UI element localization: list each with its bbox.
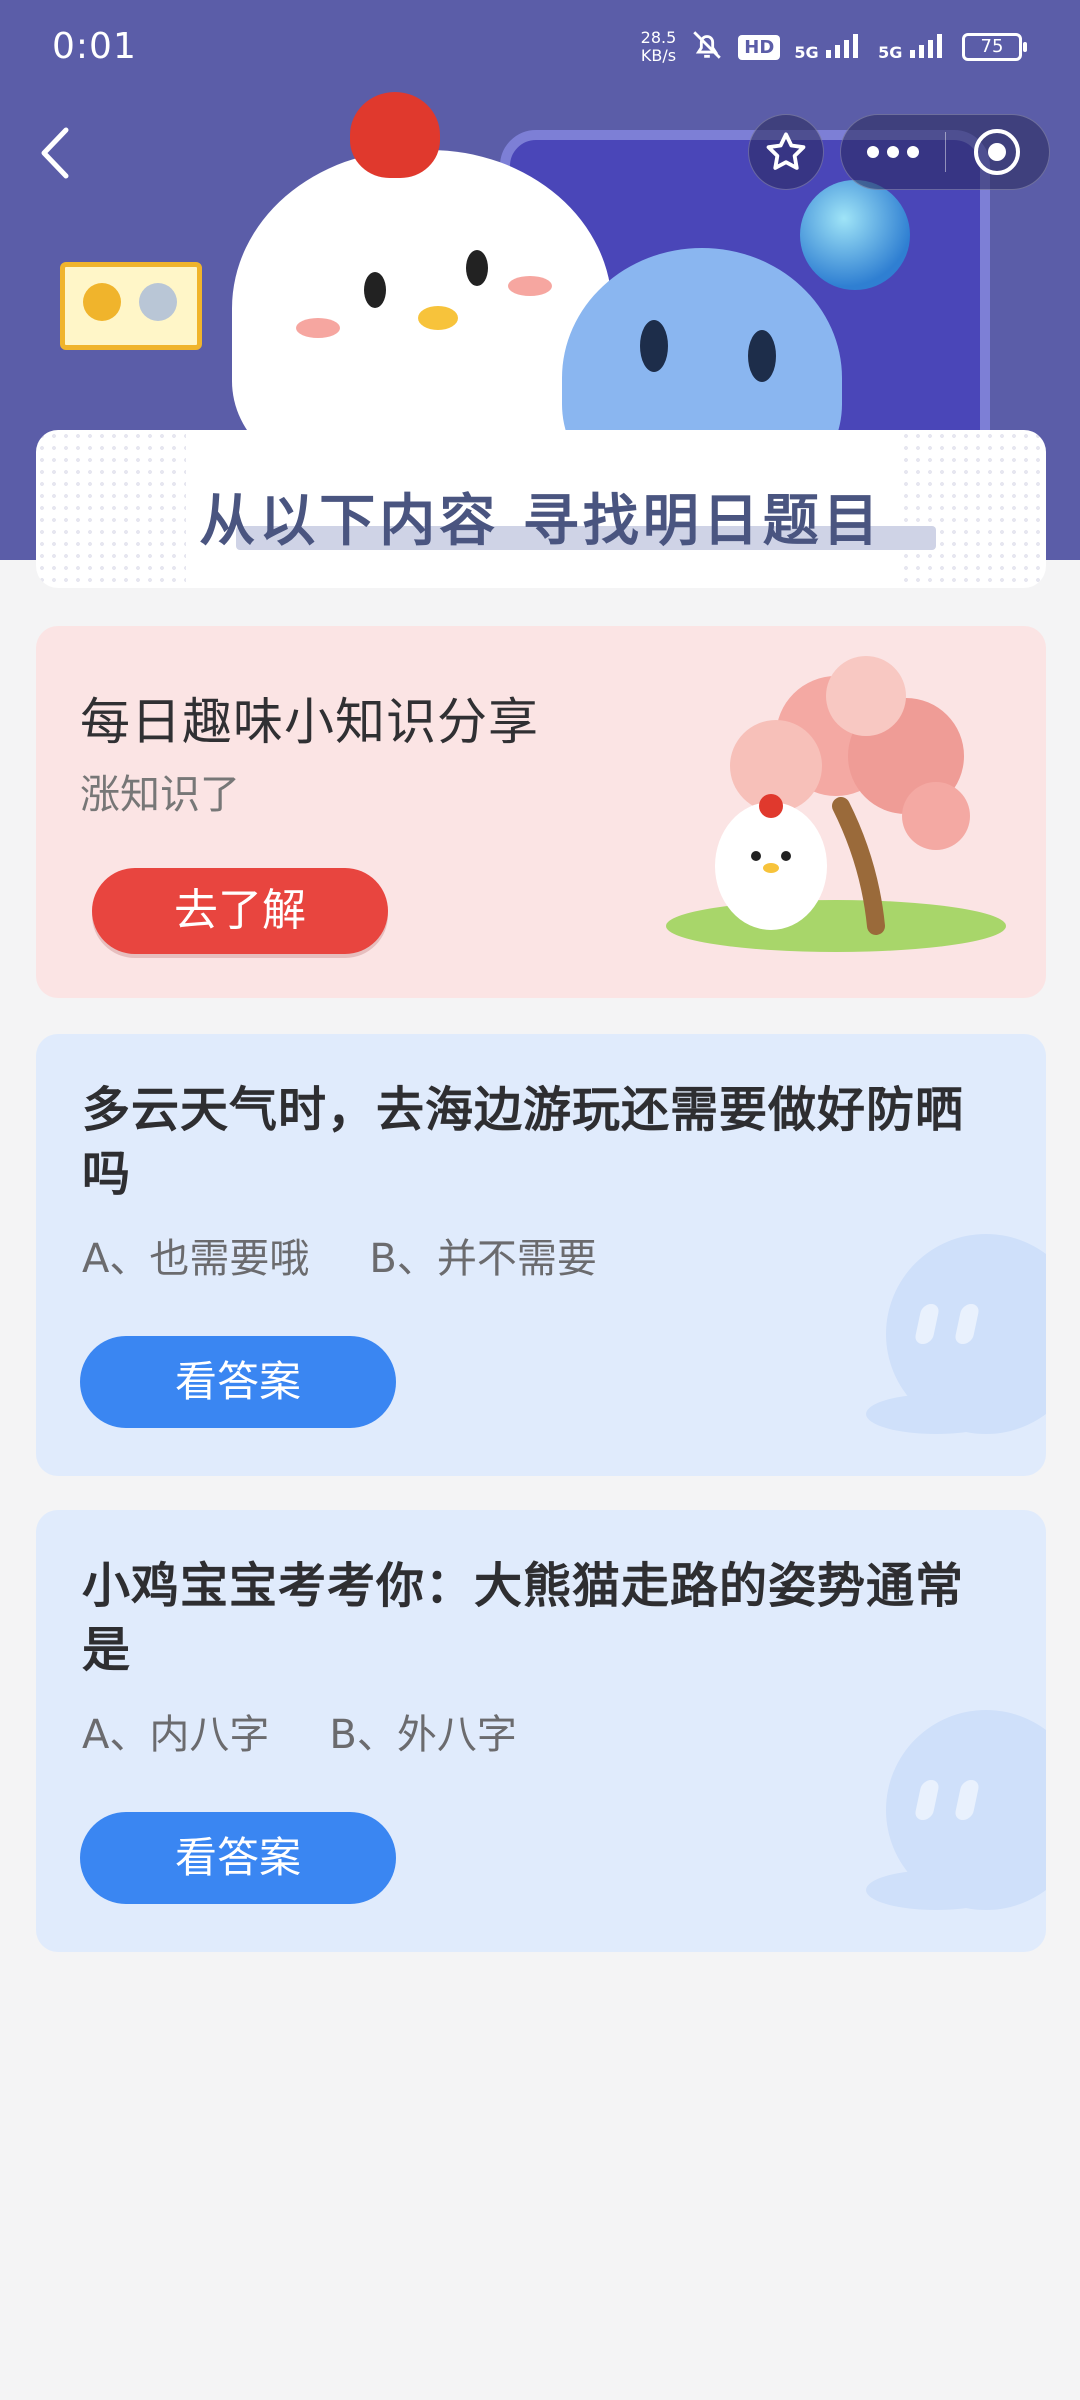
more-button[interactable] <box>841 114 945 190</box>
chat-bubble-tail <box>866 1394 1006 1434</box>
close-mini-program-button[interactable] <box>946 114 1050 190</box>
chicken-comb <box>350 92 440 178</box>
option-a: A、内八字 <box>82 1712 270 1758</box>
target-circle-icon <box>974 129 1021 175</box>
banner-title: 从以下内容 寻找明日题目 <box>199 489 883 554</box>
option-b: B、外八字 <box>329 1712 517 1758</box>
view-answer-button[interactable]: 看答案 <box>80 1812 396 1904</box>
chicken-beak <box>418 306 458 330</box>
signal-bars-icon <box>910 34 942 58</box>
question-card-1: 多云天气时，去海边游玩还需要做好防晒吗 A、也需要哦 B、并不需要 看答案 <box>36 1034 1046 1476</box>
signal-bars-icon <box>826 34 859 58</box>
star-icon <box>766 132 806 170</box>
status-icons: 28.5 KB/s HD 5G 5G 75 <box>641 28 1027 66</box>
battery-icon: 75 <box>962 33 1027 61</box>
question-options: A、内八字 B、外八字 <box>82 1702 517 1760</box>
sim1-label: 5G <box>794 43 819 62</box>
knowledge-subtitle: 涨知识了 <box>80 772 240 818</box>
learn-more-button[interactable]: 去了解 <box>92 868 388 954</box>
knowledge-card: 每日趣味小知识分享 涨知识了 去了解 <box>36 626 1046 998</box>
knowledge-title: 每日趣味小知识分享 <box>80 693 539 751</box>
question-options: A、也需要哦 B、并不需要 <box>82 1226 597 1284</box>
status-time: 0:01 <box>52 26 137 67</box>
option-b: B、并不需要 <box>369 1236 597 1282</box>
mute-bell-icon <box>690 28 724 66</box>
chicken-cheek-right <box>508 276 552 296</box>
net-speed-unit: KB/s <box>640 46 677 65</box>
chevron-left-icon <box>41 127 69 179</box>
more-dots-icon <box>866 146 919 158</box>
banner: 从以下内容 寻找明日题目 <box>36 430 1046 588</box>
silver-medal-icon <box>139 283 177 321</box>
signal-sim2: 5G <box>878 32 948 62</box>
net-speed-value: 28.5 <box>640 28 677 47</box>
chicken-tree-illustration <box>666 656 1006 952</box>
blue-mascot-eye-right <box>748 330 776 382</box>
mini-program-capsule <box>840 114 1050 190</box>
option-a: A、也需要哦 <box>82 1236 310 1282</box>
status-bar: 0:01 28.5 KB/s HD 5G 5G 75 <box>0 0 1080 100</box>
view-answer-button[interactable]: 看答案 <box>80 1336 396 1428</box>
medal-frame-icon <box>60 262 202 350</box>
question-title: 小鸡宝宝考考你：大熊猫走路的姿势通常是 <box>82 1558 965 1678</box>
globe-icon <box>800 180 910 290</box>
chicken-cheek-left <box>296 318 340 338</box>
chat-bubble-tail <box>866 1870 1006 1910</box>
blue-mascot-eye-left <box>640 320 668 372</box>
sim2-label: 5G <box>878 43 903 62</box>
signal-sim1: 5G <box>794 32 864 62</box>
favorite-button[interactable] <box>748 114 824 190</box>
question-title: 多云天气时，去海边游玩还需要做好防晒吗 <box>82 1082 965 1202</box>
back-button[interactable] <box>28 118 82 188</box>
question-card-2: 小鸡宝宝考考你：大熊猫走路的姿势通常是 A、内八字 B、外八字 看答案 <box>36 1510 1046 1952</box>
hd-badge: HD <box>738 34 781 60</box>
chicken-eye-left <box>364 272 386 308</box>
chicken-eye-right <box>466 250 488 286</box>
net-speed: 28.5 KB/s <box>641 29 677 65</box>
gold-medal-icon <box>83 283 121 321</box>
